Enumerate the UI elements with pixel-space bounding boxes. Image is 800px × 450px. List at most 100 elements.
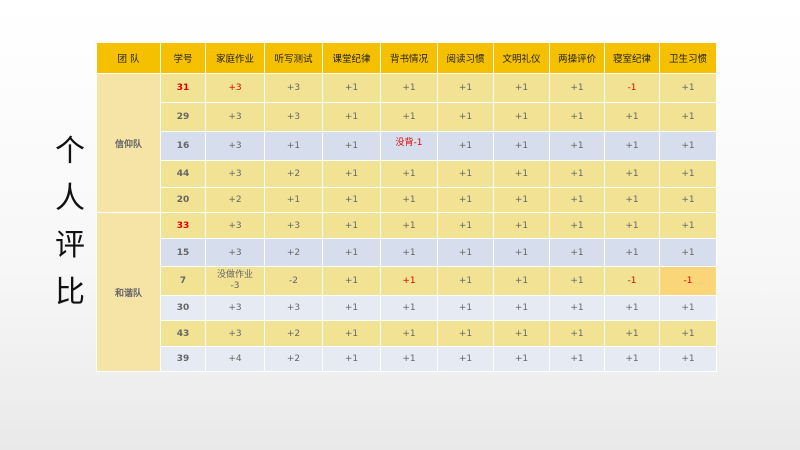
score-cell: +3 — [205, 131, 265, 161]
score-cell: +2 — [264, 160, 323, 188]
score-cell: +1 — [549, 238, 605, 267]
score-cell: +1 — [322, 238, 381, 267]
table-row: 16 +3 +1 +1 没背-1 +1 +1 +1 +1 +1 — [97, 131, 717, 161]
side-title-char: 个 — [55, 134, 85, 169]
table-row: 和谐队 33 +3 +3 +1 +1 +1 +1 +1 +1 +1 — [96, 212, 717, 372]
score-cell: +3 — [205, 73, 265, 103]
score-value: -3 — [230, 281, 240, 291]
score-cell: +1 — [549, 131, 605, 161]
header-cell: 听写测试 — [264, 42, 323, 74]
score-cell-highlighted: -1 — [659, 266, 717, 296]
score-cell: +1 — [322, 212, 381, 239]
score-cell: +1 — [437, 212, 494, 239]
score-cell: +1 — [659, 295, 717, 321]
header-cell: 课堂纪律 — [322, 42, 381, 74]
score-cell: +1 — [493, 102, 550, 132]
score-cell: +1 — [659, 73, 717, 103]
student-id: 44 — [160, 160, 206, 188]
score-cell: +3 — [264, 212, 323, 239]
score-cell: +1 — [380, 320, 438, 347]
side-title: 个 人 评 比 — [50, 128, 90, 316]
score-table: 团 队 学号 家庭作业 听写测试 课堂纪律 背书情况 阅读习惯 文明礼仪 两操评… — [96, 42, 717, 372]
score-cell: +3 — [205, 320, 265, 347]
table-row: 39 +4 +2 +1 +1 +1 +1 +1 +1 +1 — [97, 346, 717, 372]
table-row: 20 +2 +1 +1 +1 +1 +1 +1 +1 +1 — [97, 187, 717, 213]
score-cell: +3 — [264, 102, 323, 132]
score-value: +3 — [228, 83, 242, 93]
header-cell: 背书情况 — [380, 42, 438, 74]
score-value: +1 — [402, 276, 416, 286]
table-row: 15 +3 +2 +1 +1 +1 +1 +1 +1 +1 — [97, 238, 717, 267]
score-cell: +1 — [604, 131, 660, 161]
score-cell: +1 — [549, 295, 605, 321]
side-title-char: 评 — [55, 228, 85, 263]
score-cell: +1 — [380, 102, 438, 132]
score-cell: 没做作业 -3 — [205, 266, 265, 296]
score-cell: +1 — [549, 187, 605, 213]
student-id: 16 — [160, 131, 206, 161]
student-id: 20 — [160, 187, 206, 213]
score-cell: +1 — [493, 131, 550, 161]
score-cell: +1 — [604, 238, 660, 267]
student-id: 15 — [160, 238, 206, 267]
table-row: 44 +3 +2 +1 +1 +1 +1 +1 +1 +1 — [97, 160, 717, 188]
score-cell: +1 — [380, 73, 438, 103]
score-cell: +1 — [322, 187, 381, 213]
score-cell: +1 — [549, 102, 605, 132]
score-cell: +1 — [437, 320, 494, 347]
score-cell: +1 — [380, 346, 438, 372]
header-cell: 文明礼仪 — [493, 42, 550, 74]
score-cell: +1 — [604, 346, 660, 372]
score-cell: +1 — [380, 187, 438, 213]
score-cell: +1 — [659, 187, 717, 213]
score-cell: +1 — [604, 160, 660, 188]
score-cell: +3 — [205, 238, 265, 267]
score-cell: +1 — [604, 320, 660, 347]
student-id: 43 — [160, 320, 206, 347]
score-cell: +1 — [493, 73, 550, 103]
score-cell: +2 — [264, 346, 323, 372]
score-cell: +1 — [380, 266, 438, 296]
header-cell: 阅读习惯 — [437, 42, 494, 74]
score-cell: -1 — [604, 73, 660, 103]
score-cell: +1 — [493, 346, 550, 372]
score-cell: +1 — [549, 346, 605, 372]
score-cell: +3 — [205, 102, 265, 132]
header-cell: 团 队 — [96, 42, 161, 74]
score-value: -1 — [627, 276, 637, 286]
student-id: 39 — [160, 346, 206, 372]
score-cell: +1 — [493, 238, 550, 267]
score-cell: +1 — [264, 131, 323, 161]
score-cell: +1 — [604, 212, 660, 239]
score-value: -1 — [683, 276, 693, 286]
score-cell: +1 — [659, 160, 717, 188]
header-cell: 学号 — [160, 42, 206, 74]
score-cell: +1 — [549, 160, 605, 188]
score-value: 没背-1 — [395, 138, 423, 148]
score-cell: +1 — [380, 238, 438, 267]
score-cell: +2 — [264, 238, 323, 267]
score-cell: +1 — [437, 295, 494, 321]
score-cell: +1 — [659, 102, 717, 132]
score-cell: +1 — [437, 266, 494, 296]
score-cell: +1 — [380, 160, 438, 188]
table-row: 信仰队 31 +3 +3 +1 +1 +1 +1 +1 -1 +1 — [96, 73, 717, 213]
score-cell: +1 — [549, 212, 605, 239]
student-id: 29 — [160, 102, 206, 132]
table-row: 29 +3 +3 +1 +1 +1 +1 +1 +1 +1 — [97, 102, 717, 132]
score-cell: +1 — [322, 73, 381, 103]
student-id: 31 — [160, 73, 206, 103]
score-cell: +4 — [205, 346, 265, 372]
header-cell: 寝室纪律 — [604, 42, 660, 74]
score-cell: +2 — [205, 187, 265, 213]
score-cell: +1 — [493, 212, 550, 239]
score-cell: +1 — [322, 320, 381, 347]
table-row: 43 +3 +2 +1 +1 +1 +1 +1 +1 +1 — [97, 320, 717, 347]
score-cell: +1 — [322, 295, 381, 321]
score-cell: +1 — [322, 131, 381, 161]
score-cell: +1 — [659, 131, 717, 161]
score-cell: +1 — [549, 73, 605, 103]
score-cell: +1 — [604, 187, 660, 213]
score-cell: -1 — [604, 266, 660, 296]
score-cell: +1 — [604, 295, 660, 321]
